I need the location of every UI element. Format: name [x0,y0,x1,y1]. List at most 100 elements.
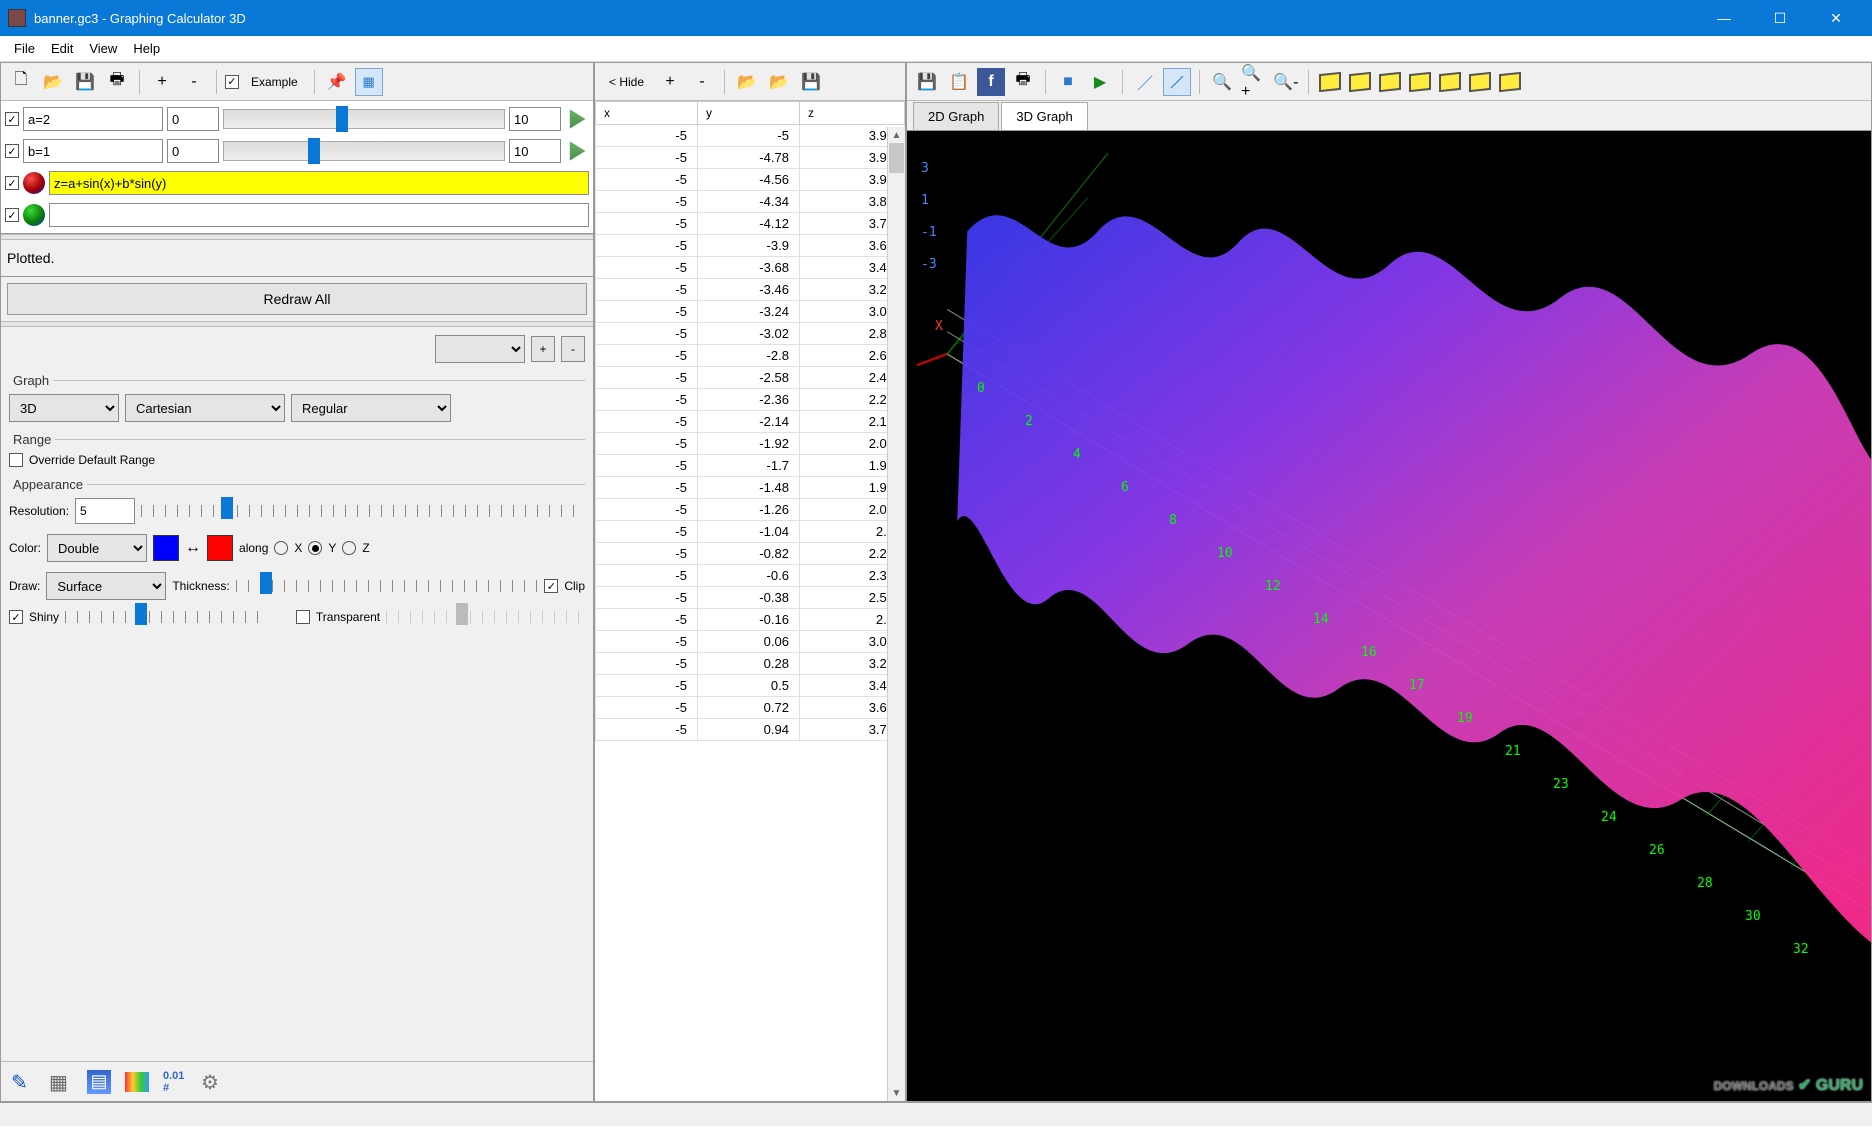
color-a-swatch[interactable] [153,535,179,561]
preset-select[interactable] [435,335,525,363]
stop-icon[interactable]: ■ [1054,68,1082,96]
copy-icon[interactable]: 📋 [945,68,973,96]
swap-colors-button[interactable]: ↔ [185,539,201,557]
table-row[interactable]: -5-53.92 [596,125,905,147]
param-b-slider[interactable] [223,141,505,161]
table-row[interactable]: -50.723.62 [596,697,905,719]
color-b-swatch[interactable] [207,535,233,561]
palette-icon[interactable] [125,1072,149,1092]
close-button[interactable]: ✕ [1808,0,1864,36]
line-thick-icon[interactable]: ／ [1163,68,1191,96]
table-row[interactable]: -5-2.142.12 [596,411,905,433]
graph-3d-viewport[interactable]: 3 1 -1 -3 X 0246810121416171921232426283… [907,131,1871,1101]
table-row[interactable]: -5-2.582.43 [596,367,905,389]
param-a-play-icon[interactable] [565,107,589,131]
param-a-name[interactable] [23,107,163,131]
resolution-slider[interactable] [141,505,585,517]
table-row[interactable]: -50.53.44 [596,675,905,697]
scroll-down-icon[interactable]: ▼ [888,1085,905,1101]
tab-3d[interactable]: 3D Graph [1001,102,1087,130]
param-a-min[interactable] [167,107,219,131]
param-a-max[interactable] [509,107,561,131]
table-row[interactable]: -5-1.481.96 [596,477,905,499]
example-checkbox[interactable] [225,75,239,89]
calc-icon[interactable]: ▤ [87,1070,111,1094]
table-row[interactable]: -50.063.02 [596,631,905,653]
redraw-all-button[interactable]: Redraw All [7,283,587,315]
table-row[interactable]: -5-1.042.1 [596,521,905,543]
menu-file[interactable]: File [6,38,43,59]
table-row[interactable]: -50.283.24 [596,653,905,675]
param-b-name[interactable] [23,139,163,163]
eq1-formula-input[interactable] [49,171,589,195]
clip-checkbox[interactable] [544,579,558,593]
eq2-checkbox[interactable] [5,208,19,222]
table-row[interactable]: -5-1.262.01 [596,499,905,521]
table-row[interactable]: -5-1.922.02 [596,433,905,455]
view-cube-5-icon[interactable] [1439,71,1461,91]
axis-x-radio[interactable] [274,541,288,555]
table-row[interactable]: -5-3.683.47 [596,257,905,279]
eq1-color-icon[interactable] [23,172,45,194]
precision-icon[interactable]: 0.01# [163,1070,187,1094]
table-row[interactable]: -5-4.563.95 [596,169,905,191]
zoom-icon[interactable]: 🔍 [1208,68,1236,96]
coord-select[interactable]: Cartesian [125,394,285,422]
eq2-color-icon[interactable] [23,204,45,226]
print-icon[interactable]: 🖶 [103,68,131,96]
view-cube-3-icon[interactable] [1379,71,1401,91]
graph-mode-select[interactable]: 3D [9,394,119,422]
data-export-icon[interactable]: 📂 [765,68,793,96]
thickness-slider[interactable] [236,580,539,592]
table-row[interactable]: -5-3.243.06 [596,301,905,323]
param-b-play-icon[interactable] [565,139,589,163]
zoom-in-icon[interactable]: 🔍+ [1240,68,1268,96]
view-cube-1-icon[interactable] [1319,71,1341,91]
eq1-checkbox[interactable] [5,176,19,190]
data-minus-button[interactable]: - [688,68,716,96]
save-icon[interactable]: 💾 [71,68,99,96]
view-cube-6-icon[interactable] [1469,71,1491,91]
gear-icon[interactable]: ⚙ [201,1070,225,1094]
maximize-button[interactable]: ☐ [1752,0,1808,36]
grid-icon[interactable]: ▦ [355,68,383,96]
table-row[interactable]: -50.943.77 [596,719,905,741]
data-scrollbar[interactable]: ▲ ▼ [887,127,905,1101]
table-row[interactable]: -5-4.343.89 [596,191,905,213]
scroll-up-icon[interactable]: ▲ [888,127,905,143]
preset-add-button[interactable]: + [531,336,555,362]
table-row[interactable]: -5-3.022.84 [596,323,905,345]
facebook-icon[interactable]: f [977,68,1005,96]
table-row[interactable]: -5-0.382.59 [596,587,905,609]
param-b-max[interactable] [509,139,561,163]
menu-view[interactable]: View [81,38,125,59]
menu-edit[interactable]: Edit [43,38,81,59]
menu-help[interactable]: Help [125,38,168,59]
resolution-input[interactable] [75,498,135,524]
table-row[interactable]: -5-3.93.65 [596,235,905,257]
color-mode-select[interactable]: Double [47,534,147,562]
shiny-slider[interactable] [65,611,264,623]
minus-button[interactable]: - [180,68,208,96]
save-image-icon[interactable]: 💾 [913,68,941,96]
override-range-checkbox[interactable] [9,453,23,467]
data-plus-button[interactable]: + [656,68,684,96]
plus-button[interactable]: + [148,68,176,96]
view-cube-7-icon[interactable] [1499,71,1521,91]
table-row[interactable]: -5-0.62.39 [596,565,905,587]
data-save-icon[interactable]: 💾 [797,68,825,96]
minimize-button[interactable]: — [1696,0,1752,36]
eq2-formula-input[interactable] [49,203,589,227]
transparent-slider[interactable] [386,611,585,623]
col-y[interactable]: y [697,102,799,125]
open-icon[interactable]: 📂 [39,68,67,96]
print-graph-icon[interactable]: 🖶 [1009,68,1037,96]
table-row[interactable]: -5-0.162.8 [596,609,905,631]
table-row[interactable]: -5-3.463.27 [596,279,905,301]
data-open-icon[interactable]: 📂 [733,68,761,96]
param-a-slider[interactable] [223,109,505,129]
line-thin-icon[interactable]: ／ [1131,68,1159,96]
col-x[interactable]: x [596,102,698,125]
table-row[interactable]: -5-2.82.62 [596,345,905,367]
axis-y-radio[interactable] [308,541,322,555]
